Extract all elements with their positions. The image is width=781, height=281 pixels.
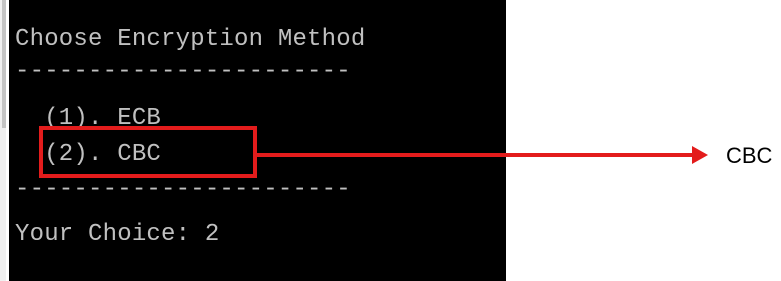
arrow-line — [257, 153, 692, 157]
cbc-highlight-box — [39, 126, 257, 178]
separator-top: ----------------------- — [15, 58, 351, 85]
choice-prompt: Your Choice: 2 — [15, 221, 220, 248]
callout-label: CBC — [726, 143, 773, 168]
window-left-edge — [0, 0, 6, 281]
scrollbar-thumb[interactable] — [2, 0, 6, 128]
arrow-head-icon — [692, 146, 708, 164]
